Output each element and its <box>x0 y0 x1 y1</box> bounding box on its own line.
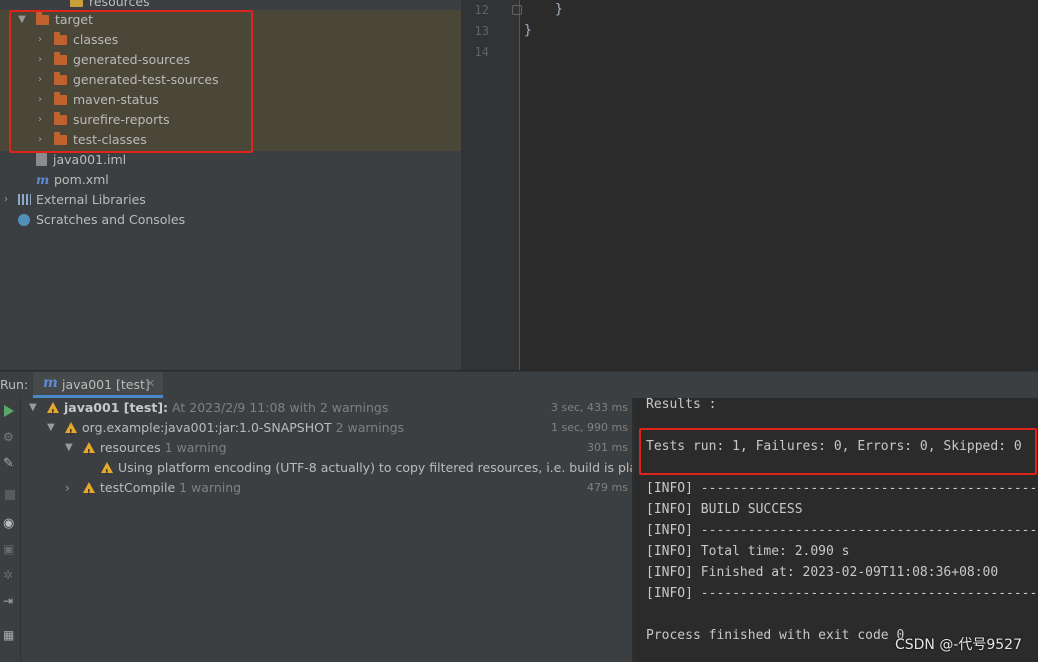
build-node-warning-message[interactable]: Using platform encoding (UTF-8 actually)… <box>21 458 632 478</box>
exit-icon[interactable]: ⇥ <box>3 594 17 608</box>
build-node-org-example[interactable]: ▼ org.example:java001:jar:1.0-SNAPSHOT 2… <box>21 418 632 443</box>
resources-folder-icon <box>70 0 83 7</box>
watermark: CSDN @-代号9527 <box>894 637 1022 653</box>
duration: 1 sec, 990 ms <box>551 421 628 434</box>
tests-run-highlight-box <box>639 428 1037 475</box>
build-node-testcompile[interactable]: › testCompile 1 warning 479 ms <box>21 478 632 503</box>
code-line: } <box>555 2 563 17</box>
scratches-icon <box>18 214 30 226</box>
target-highlight-box <box>9 10 253 153</box>
module-file-icon <box>36 153 47 166</box>
layout-icon[interactable]: ▦ <box>3 628 17 642</box>
duration: 479 ms <box>587 481 628 494</box>
settings-icon[interactable]: ✲ <box>3 568 17 582</box>
maven-icon: m <box>43 375 58 391</box>
project-tool-window: resources ▼ target › classes › generated… <box>0 0 461 370</box>
wrench-icon[interactable]: ✎ <box>3 456 17 471</box>
run-tab-java001[interactable]: m java001 [test] ✕ <box>33 372 163 398</box>
run-toolbar: ⚙ ✎ ◉ ▣ ✲ ⇥ ▦ <box>0 398 21 662</box>
console-line: [INFO] ---------------------------------… <box>646 586 1038 601</box>
chevron-down-icon[interactable]: ▼ <box>47 418 55 438</box>
console-line: Results : <box>646 398 717 412</box>
console-line: [INFO] Total time: 2.090 s <box>646 544 850 559</box>
close-icon[interactable]: ✕ <box>146 377 155 390</box>
chevron-down-icon[interactable]: ▼ <box>29 398 37 418</box>
duration: 301 ms <box>587 441 628 454</box>
run-label: Run: <box>0 377 29 392</box>
console-line-build-success: [INFO] BUILD SUCCESS <box>646 502 803 517</box>
maven-icon: m <box>36 172 50 187</box>
console-line-exit-code: Process finished with exit code 0 <box>646 628 905 643</box>
tree-item-scratches[interactable]: Scratches and Consoles <box>18 210 185 230</box>
chevron-right-icon[interactable]: › <box>65 478 70 498</box>
chevron-down-icon[interactable]: ▼ <box>65 438 73 458</box>
tree-item-external-libraries[interactable]: › External Libraries <box>0 190 461 210</box>
warning-icon <box>65 422 77 443</box>
stop-icon[interactable] <box>5 490 15 500</box>
run-tab-label: java001 [test] <box>62 377 150 392</box>
line-number: 14 <box>474 45 489 59</box>
build-tree: ▼ java001 [test]: At 2023/2/9 11:08 with… <box>21 398 632 662</box>
console-line: [INFO] Finished at: 2023-02-09T11:08:36+… <box>646 565 999 580</box>
build-node-resources[interactable]: ▼ resources 1 warning 301 ms <box>21 438 632 463</box>
fold-marker-icon[interactable] <box>512 5 522 15</box>
rerun-icon[interactable] <box>4 405 14 417</box>
warning-icon <box>47 402 59 423</box>
warning-icon <box>83 442 95 463</box>
tree-item-java001-iml[interactable]: java001.iml <box>36 150 126 170</box>
build-node-java001[interactable]: ▼ java001 [test]: At 2023/2/9 11:08 with… <box>21 398 632 423</box>
debug-icon[interactable]: ⚙ <box>3 430 17 444</box>
console-line: [INFO] ---------------------------------… <box>646 523 1038 538</box>
run-tool-window-header: Run: m java001 [test] ✕ <box>0 371 1038 399</box>
libraries-icon <box>18 194 31 205</box>
warning-icon <box>83 482 95 503</box>
line-number: 13 <box>474 24 489 38</box>
code-line: } <box>524 23 532 38</box>
eye-icon[interactable]: ◉ <box>3 516 17 531</box>
console-output[interactable]: Results : Tests run: 1, Failures: 0, Err… <box>633 398 1038 662</box>
code-editor[interactable] <box>520 0 1038 370</box>
duration: 3 sec, 433 ms <box>551 401 628 414</box>
console-line: [INFO] ---------------------------------… <box>646 481 1038 496</box>
tree-item-pom-xml[interactable]: m pom.xml <box>36 170 109 190</box>
camera-icon[interactable]: ▣ <box>3 542 17 556</box>
warning-icon <box>101 462 113 478</box>
chevron-right-icon[interactable]: › <box>0 190 12 210</box>
line-number: 12 <box>474 3 489 17</box>
